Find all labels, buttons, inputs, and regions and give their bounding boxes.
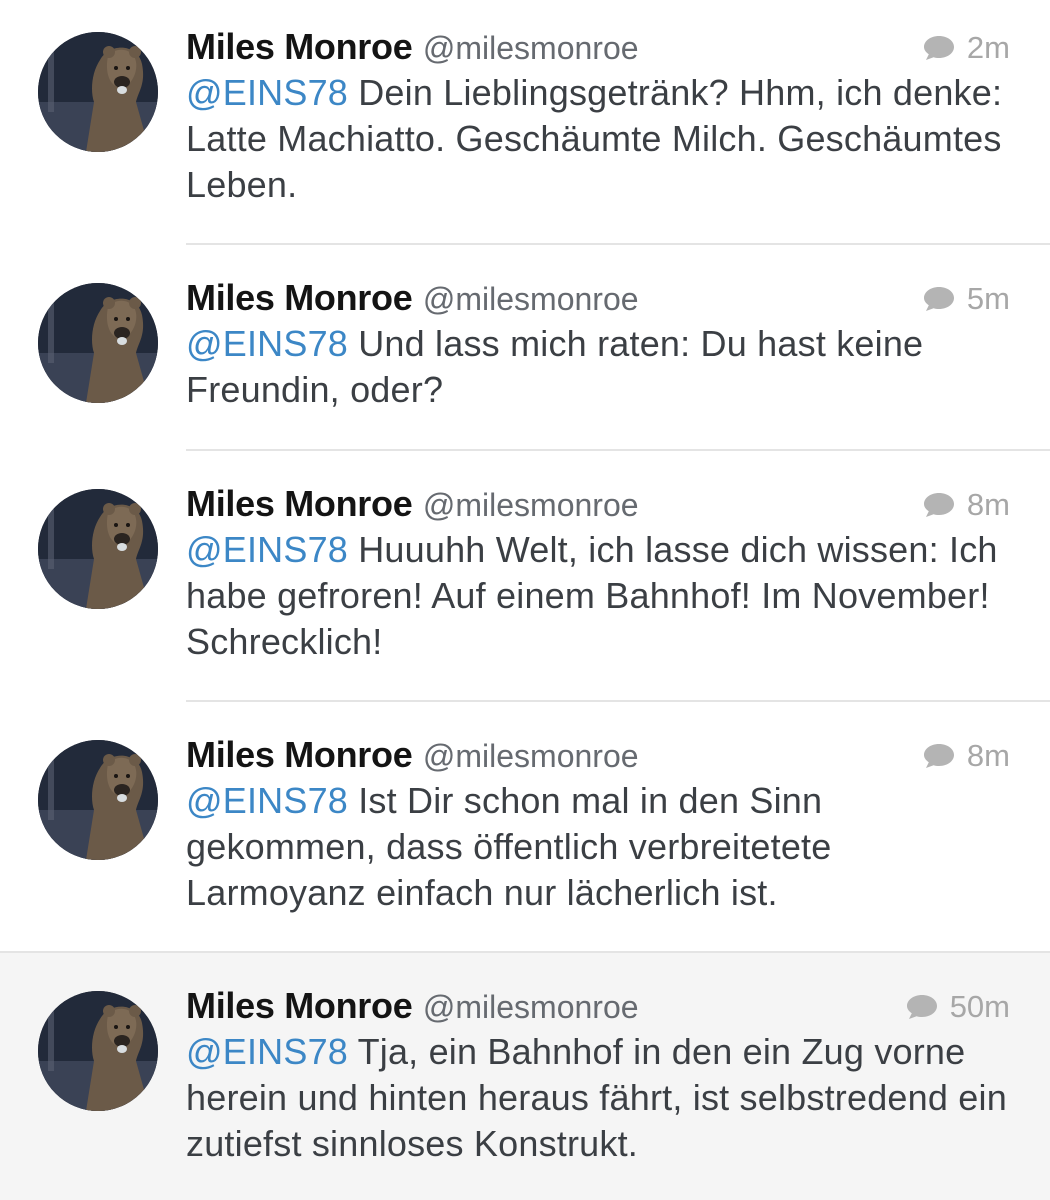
- tweet-header: Miles Monroe @milesmonroe 50m: [186, 985, 1010, 1029]
- author-handle[interactable]: @milesmonroe: [423, 30, 639, 66]
- tweet-text: @EINS78 Ist Dir schon mal in den Sinn ge…: [186, 778, 1010, 916]
- tweet-feed: Miles Monroe @milesmonroe 2m @EINS78 Dei…: [0, 0, 1050, 1200]
- tweet-text: @EINS78 Tja, ein Bahnhof in den ein Zug …: [186, 1029, 1010, 1167]
- avatar[interactable]: [38, 740, 158, 860]
- tweet[interactable]: Miles Monroe @milesmonroe 8m @EINS78 Ist…: [0, 702, 1050, 953]
- avatar[interactable]: [38, 283, 158, 403]
- timestamp: 8m: [966, 738, 1010, 773]
- author-name[interactable]: Miles Monroe: [186, 26, 413, 67]
- bear-avatar-icon: [38, 740, 158, 860]
- speech-bubble-icon[interactable]: [923, 492, 955, 518]
- tweet-meta: 5m: [923, 281, 1010, 317]
- tweet-meta: 8m: [923, 738, 1010, 774]
- speech-bubble-icon[interactable]: [923, 743, 955, 769]
- tweet-text: @EINS78 Dein Lieblingsgetränk? Hhm, ich …: [186, 70, 1010, 208]
- mention-link[interactable]: @EINS78: [186, 323, 348, 364]
- avatar[interactable]: [38, 991, 158, 1111]
- tweet[interactable]: Miles Monroe @milesmonroe 2m @EINS78 Dei…: [0, 0, 1050, 245]
- tweet-header: Miles Monroe @milesmonroe 8m: [186, 734, 1010, 778]
- timestamp: 8m: [966, 487, 1010, 522]
- speech-bubble-icon[interactable]: [923, 286, 955, 312]
- author-name[interactable]: Miles Monroe: [186, 277, 413, 318]
- author-name[interactable]: Miles Monroe: [186, 734, 413, 775]
- author-handle[interactable]: @milesmonroe: [423, 281, 639, 317]
- author-handle[interactable]: @milesmonroe: [423, 989, 639, 1025]
- timestamp: 5m: [966, 281, 1010, 316]
- tweet[interactable]: Miles Monroe @milesmonroe 50m @EINS78 Tj…: [0, 953, 1050, 1200]
- timestamp: 2m: [966, 30, 1010, 65]
- author-handle[interactable]: @milesmonroe: [423, 738, 639, 774]
- mention-link[interactable]: @EINS78: [186, 72, 348, 113]
- tweet-header: Miles Monroe @milesmonroe 2m: [186, 26, 1010, 70]
- timestamp: 50m: [949, 989, 1010, 1024]
- mention-link[interactable]: @EINS78: [186, 1031, 348, 1072]
- mention-link[interactable]: @EINS78: [186, 529, 348, 570]
- tweet-header: Miles Monroe @milesmonroe 5m: [186, 277, 1010, 321]
- tweet-header: Miles Monroe @milesmonroe 8m: [186, 483, 1010, 527]
- tweet-text: @EINS78 Huuuhh Welt, ich lasse dich wiss…: [186, 527, 1010, 665]
- speech-bubble-icon[interactable]: [906, 994, 938, 1020]
- speech-bubble-icon[interactable]: [923, 35, 955, 61]
- author-name[interactable]: Miles Monroe: [186, 483, 413, 524]
- author-name[interactable]: Miles Monroe: [186, 985, 413, 1026]
- tweet-meta: 8m: [923, 487, 1010, 523]
- tweet[interactable]: Miles Monroe @milesmonroe 5m @EINS78 Und…: [0, 245, 1050, 451]
- author-handle[interactable]: @milesmonroe: [423, 487, 639, 523]
- tweet-meta: 50m: [906, 989, 1010, 1025]
- bear-avatar-icon: [38, 283, 158, 403]
- tweet[interactable]: Miles Monroe @milesmonroe 8m @EINS78 Huu…: [0, 451, 1050, 702]
- bear-avatar-icon: [38, 32, 158, 152]
- tweet-meta: 2m: [923, 30, 1010, 66]
- bear-avatar-icon: [38, 489, 158, 609]
- avatar[interactable]: [38, 489, 158, 609]
- tweet-text: @EINS78 Und lass mich raten: Du hast kei…: [186, 321, 1010, 413]
- bear-avatar-icon: [38, 991, 158, 1111]
- mention-link[interactable]: @EINS78: [186, 780, 348, 821]
- avatar[interactable]: [38, 32, 158, 152]
